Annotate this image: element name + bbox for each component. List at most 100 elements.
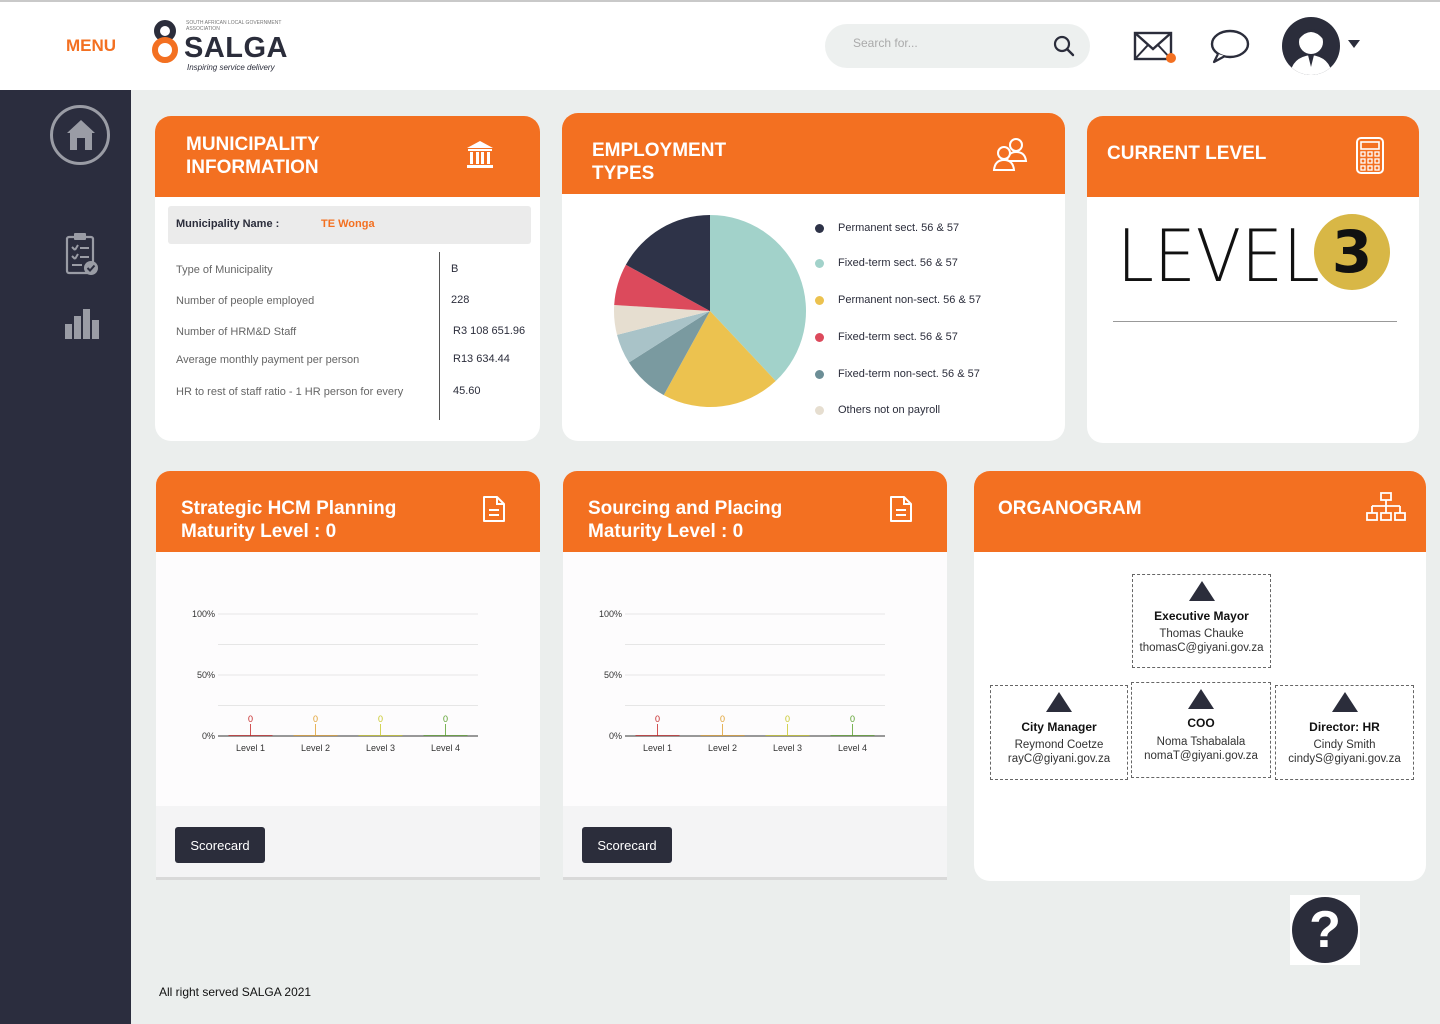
- org-node-coo[interactable]: COO Noma Tshabalala nomaT@giyani.gov.za: [1131, 682, 1271, 778]
- title-line: TYPES: [592, 163, 655, 184]
- divider: [439, 252, 440, 420]
- y-tick-label: 0%: [202, 731, 215, 741]
- org-name: Noma Tshabalala: [1156, 736, 1246, 748]
- home-icon[interactable]: [50, 105, 110, 165]
- sourcing-placing-card: Sourcing and Placing Maturity Level : 0 …: [563, 471, 947, 880]
- legend-dot: [815, 370, 824, 379]
- employment-types-card: EMPLOYMENT TYPES Permanent sect. 56 & 57…: [562, 113, 1065, 441]
- legend-item: Fixed-term sect. 56 & 57: [815, 331, 958, 343]
- strategic-hcm-card: Strategic HCM Planning Maturity Level : …: [156, 471, 540, 880]
- data-label: 0: [850, 714, 855, 724]
- legend-label: Permanent sect. 56 & 57: [838, 222, 960, 234]
- bar-chart-icon[interactable]: [64, 308, 100, 340]
- sourcing-placing-header: Sourcing and Placing Maturity Level : 0: [563, 471, 947, 552]
- calculator-icon: [1356, 137, 1384, 174]
- org-email: rayC@giyani.gov.za: [1007, 753, 1111, 765]
- org-node-director-hr[interactable]: Director: HR Cindy Smith cindyS@giyani.g…: [1275, 685, 1414, 780]
- chat-icon[interactable]: [1208, 28, 1252, 64]
- legend-item: Permanent sect. 56 & 57: [815, 222, 960, 234]
- strategic-hcm-header: Strategic HCM Planning Maturity Level : …: [156, 471, 540, 552]
- y-tick-label: 0%: [609, 731, 622, 741]
- title-line: MUNICIPALITY: [186, 134, 320, 155]
- org-node-city-manager[interactable]: City Manager Reymond Coetze rayC@giyani.…: [990, 685, 1128, 780]
- legend-item: Fixed-term sect. 56 & 57: [815, 257, 958, 269]
- legend-dot: [815, 406, 824, 415]
- legend-label: Fixed-term non-sect. 56 & 57: [838, 368, 980, 380]
- logo-tagline: Inspiring service delivery: [187, 63, 275, 72]
- legend-label: Others not on payroll: [838, 404, 941, 416]
- x-tick-label: Level 1: [236, 743, 265, 753]
- strategic-chart-area: 100% 50% 0% 0 Level 1 0 Level 2 0 Level 3 0 Level …: [156, 552, 540, 806]
- legend-label: Permanent non-sect. 56 & 57: [838, 294, 982, 306]
- users-group-icon: [992, 138, 1028, 171]
- person-marker-icon: [1188, 581, 1215, 601]
- scorecard-button[interactable]: Scorecard: [175, 827, 265, 863]
- municipality-info-title: MUNICIPALITY INFORMATION: [186, 133, 320, 179]
- user-avatar-icon[interactable]: [1282, 17, 1340, 75]
- help-button[interactable]: ?: [1290, 895, 1360, 965]
- title-line: EMPLOYMENT: [592, 140, 727, 161]
- legend-dot: [815, 224, 824, 233]
- org-name: Cindy Smith: [1313, 739, 1376, 751]
- info-label: Type of Municipality: [176, 264, 273, 276]
- search-icon[interactable]: [1052, 34, 1076, 58]
- legend-item: Permanent non-sect. 56 & 57: [815, 294, 982, 306]
- level-number-badge: 3: [1314, 214, 1390, 290]
- title-line: Sourcing and Placing: [588, 498, 783, 519]
- mail-icon[interactable]: [1133, 30, 1177, 64]
- x-tick-label: Level 3: [366, 743, 395, 753]
- data-label: 0: [248, 714, 253, 724]
- clipboard-checklist-icon[interactable]: [64, 232, 100, 276]
- salga-logo[interactable]: SOUTH AFRICAN LOCAL GOVERNMENT ASSOCIATI…: [152, 18, 288, 74]
- organogram-card: ORGANOGRAM Executive Mayor Thomas Chauke…: [974, 471, 1426, 881]
- x-tick-label: Level 2: [301, 743, 330, 753]
- org-role: Executive Mayor: [1154, 609, 1249, 623]
- data-label: 0: [443, 714, 448, 724]
- sourcing-placing-title: Sourcing and Placing Maturity Level : 0: [588, 497, 782, 543]
- employment-pie-chart: [614, 215, 807, 408]
- current-level-header: CURRENT LEVEL: [1087, 116, 1419, 197]
- chevron-down-icon[interactable]: [1348, 40, 1360, 48]
- logo-small-text: SOUTH AFRICAN LOCAL GOVERNMENT ASSOCIATI…: [186, 20, 282, 32]
- person-marker-icon: [1331, 692, 1358, 712]
- org-node-executive-mayor[interactable]: Executive Mayor Thomas Chauke thomasC@gi…: [1132, 574, 1271, 668]
- bank-icon: [467, 141, 493, 168]
- salga-logo-mark-icon: [152, 20, 182, 71]
- data-label: 0: [378, 714, 383, 724]
- info-label: HR to rest of staff ratio - 1 HR person …: [176, 386, 404, 398]
- info-value: R3 108 651.96: [453, 325, 526, 337]
- title-line: Maturity Level : 0: [181, 521, 337, 542]
- org-name: Thomas Chauke: [1159, 628, 1244, 640]
- scorecard-button[interactable]: Scorecard: [582, 827, 672, 863]
- y-tick-label: 100%: [192, 609, 215, 619]
- municipality-info-header: MUNICIPALITY INFORMATION: [155, 116, 540, 197]
- document-icon: [483, 496, 505, 522]
- x-tick-label: Level 4: [431, 743, 460, 753]
- menu-button[interactable]: MENU: [66, 36, 116, 56]
- organogram-title: ORGANOGRAM: [998, 498, 1142, 519]
- legend-dot: [815, 296, 824, 305]
- municipality-info-card: MUNICIPALITY INFORMATION Municipality Na…: [155, 116, 540, 441]
- footer-text: All right served SALGA 2021: [159, 985, 312, 999]
- search-input[interactable]: [853, 36, 1043, 50]
- sidebar: [0, 90, 131, 1024]
- title-line: Strategic HCM Planning: [181, 498, 397, 519]
- top-bar: MENU SOUTH AFRICAN LOCAL GOVERNMENT ASSO…: [0, 0, 1440, 90]
- legend-label: Fixed-term sect. 56 & 57: [838, 257, 958, 269]
- organogram-header: ORGANOGRAM: [974, 471, 1426, 552]
- data-label: 0: [313, 714, 318, 724]
- org-email: cindyS@giyani.gov.za: [1288, 753, 1401, 765]
- person-marker-icon: [1188, 689, 1214, 709]
- org-role: COO: [1187, 716, 1215, 730]
- legend-dot: [815, 333, 824, 342]
- x-tick-label: Level 2: [708, 743, 737, 753]
- logo-word: SALGA: [184, 32, 288, 64]
- info-value: R13 634.44: [453, 353, 510, 365]
- employment-types-header: EMPLOYMENT TYPES: [562, 113, 1065, 194]
- title-line: INFORMATION: [186, 157, 319, 178]
- org-name: Reymond Coetze: [1014, 739, 1104, 751]
- info-label: Average monthly payment per person: [176, 354, 360, 366]
- current-level-title: CURRENT LEVEL: [1107, 143, 1267, 164]
- info-label: Number of people employed: [176, 295, 315, 307]
- legend-label: Fixed-term sect. 56 & 57: [838, 331, 958, 343]
